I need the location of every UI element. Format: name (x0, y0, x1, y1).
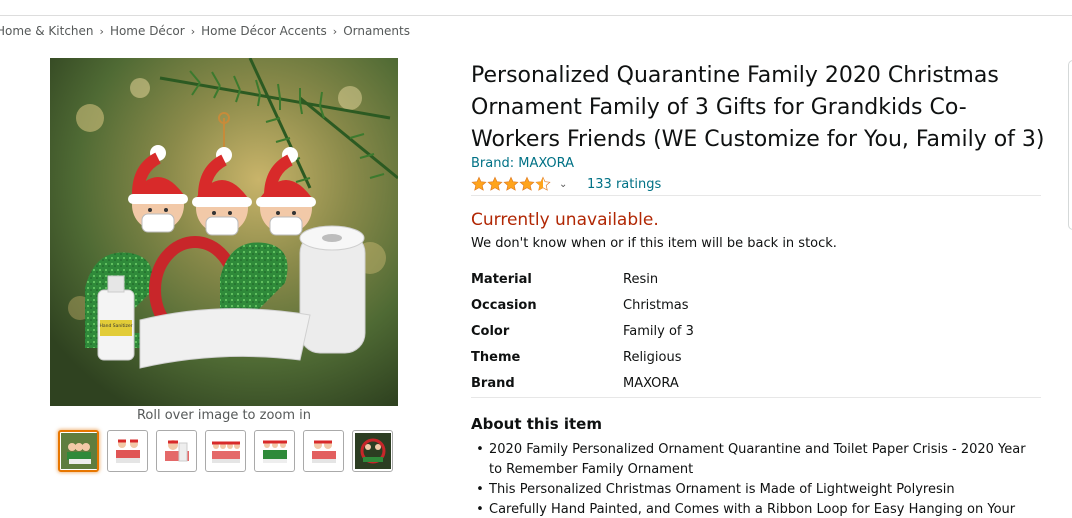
spec-label: Color (471, 323, 510, 339)
spec-value: Family of 3 (623, 323, 694, 339)
breadcrumb-link-home-decor[interactable]: Home Décor (110, 24, 185, 38)
about-bullet-list: • 2020 Family Personalized Ornament Quar… (471, 440, 1041, 518)
bullet-text: Carefully Hand Painted, and Comes with a… (489, 502, 1016, 517)
bullet-dot-icon: • (476, 482, 484, 497)
rating-row: ⌄ 133 ratings (471, 175, 661, 193)
list-item: • Carefully Hand Painted, and Comes with… (471, 500, 1041, 518)
thumbnail-4[interactable] (205, 430, 246, 472)
thumbnail-image (311, 440, 336, 463)
top-bar (0, 0, 1072, 16)
spec-row: Brand MAXORA (471, 370, 694, 396)
spec-value: Religious (623, 349, 682, 365)
divider (471, 195, 1041, 196)
thumbnail-6[interactable] (303, 430, 344, 472)
zoom-hint: Roll over image to zoom in (136, 408, 312, 423)
thumbnail-strip (58, 430, 393, 472)
breadcrumb-separator-icon: › (332, 24, 338, 38)
star-full-icon (503, 176, 519, 191)
thumbnail-2[interactable] (107, 430, 148, 472)
bullet-text: This Personalized Christmas Ornament is … (489, 482, 955, 497)
buy-box-edge (1068, 60, 1072, 230)
spec-label: Brand (471, 375, 515, 391)
thumbnail-image (211, 441, 240, 463)
bullet-dot-icon: • (476, 442, 484, 457)
thumbnail-image (164, 440, 189, 462)
availability-status: Currently unavailable. (471, 210, 659, 230)
chevron-down-icon[interactable]: ⌄ (559, 179, 571, 190)
thumbnail-image (60, 433, 97, 469)
star-full-icon (471, 176, 487, 191)
spec-label: Theme (471, 349, 521, 365)
thumbnail-image (115, 439, 140, 463)
breadcrumb-separator-icon: › (190, 24, 196, 38)
thumbnail-image (262, 440, 287, 463)
spec-value: Resin (623, 271, 659, 287)
list-item: • This Personalized Christmas Ornament i… (471, 480, 1041, 500)
breadcrumb-separator-icon: › (99, 24, 104, 38)
spec-row: Occasion Christmas (471, 292, 694, 318)
thumbnail-7[interactable] (352, 430, 393, 472)
spec-label: Occasion (471, 297, 537, 313)
spec-value: Christmas (623, 297, 689, 313)
spec-row: Theme Religious (471, 344, 694, 370)
ornament-illustration: Hand Sanitizer (50, 58, 398, 406)
thumbnail-1[interactable] (58, 430, 99, 472)
availability-note: We don't know when or if this item will … (471, 236, 837, 251)
thumbnail-5[interactable] (254, 430, 295, 472)
breadcrumb-link-ornaments[interactable]: Ornaments (343, 24, 410, 38)
list-item: • 2020 Family Personalized Ornament Quar… (471, 440, 1041, 480)
sanitizer-label-text: Hand Sanitizer (100, 323, 133, 329)
spec-row: Color Family of 3 (471, 318, 694, 344)
brand-link[interactable]: Brand: MAXORA (471, 156, 574, 171)
spec-row: Material Resin (471, 266, 694, 292)
product-title: Personalized Quarantine Family 2020 Chri… (471, 63, 1045, 152)
breadcrumb-link-home-decor-accents[interactable]: Home Décor Accents (201, 24, 327, 38)
bullet-text: 2020 Family Personalized Ornament Quaran… (489, 442, 1026, 477)
breadcrumb: Home & Kitchen › Home Décor › Home Décor… (0, 24, 410, 38)
star-full-icon (519, 176, 535, 191)
spec-table: Material Resin Occasion Christmas Color … (471, 266, 694, 396)
spec-value: MAXORA (623, 375, 679, 391)
ratings-count-link[interactable]: 133 ratings (587, 177, 661, 192)
about-heading: About this item (471, 415, 602, 433)
thumbnail-3[interactable] (156, 430, 197, 472)
thumbnail-image (354, 433, 391, 469)
bullet-dot-icon: • (476, 502, 484, 517)
star-half-icon (535, 176, 551, 191)
spec-label: Material (471, 271, 532, 287)
breadcrumb-link-home-kitchen[interactable]: Home & Kitchen (0, 24, 94, 38)
product-main-image[interactable]: Hand Sanitizer (50, 58, 398, 406)
divider (471, 397, 1041, 398)
star-full-icon (487, 176, 503, 191)
star-rating[interactable] (471, 176, 551, 192)
